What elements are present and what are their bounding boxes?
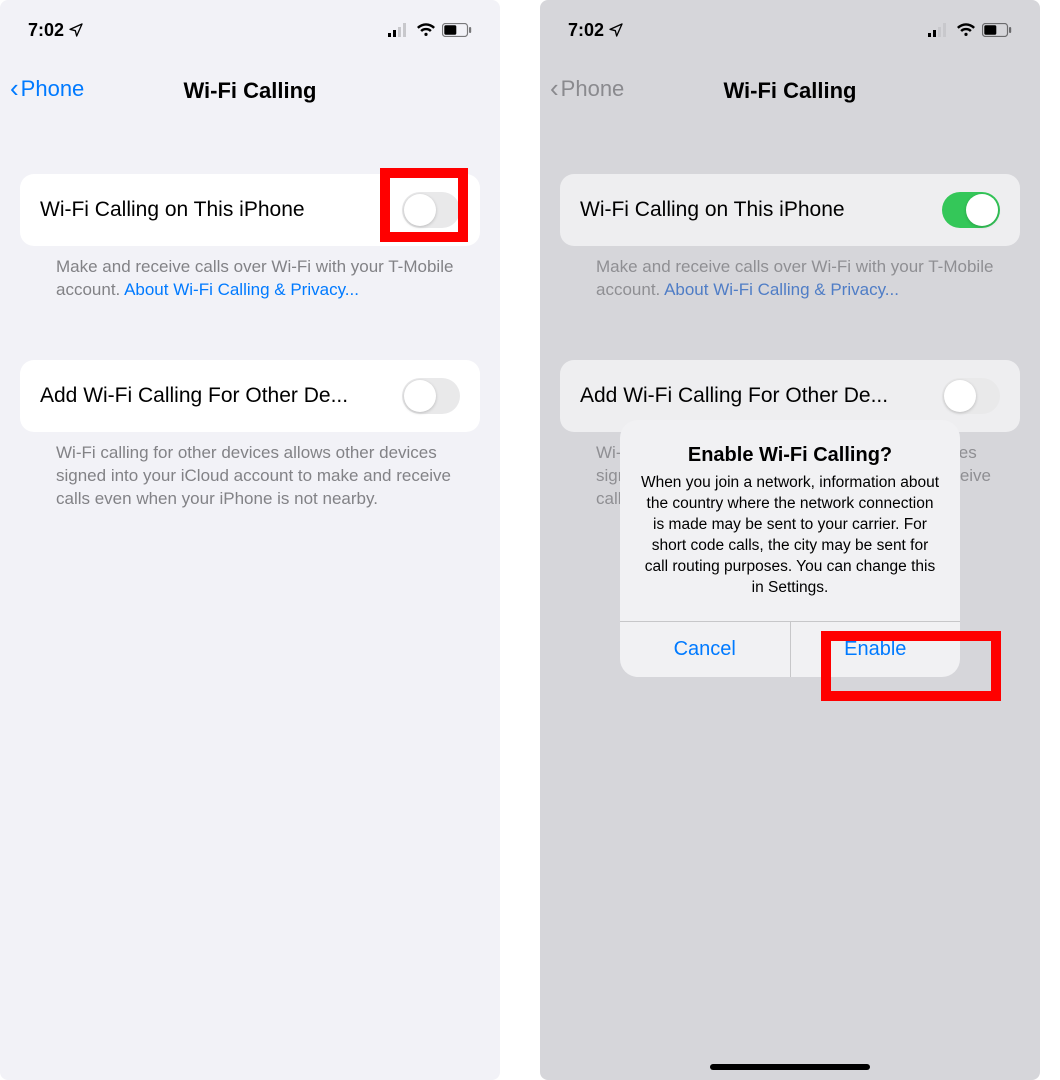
group-other-devices: Add Wi-Fi Calling For Other De... Wi-Fi … bbox=[20, 360, 480, 511]
group-footer: Make and receive calls over Wi-Fi with y… bbox=[56, 256, 460, 302]
alert-cancel-button[interactable]: Cancel bbox=[620, 622, 790, 677]
back-label: Phone bbox=[21, 76, 85, 102]
wifi-icon bbox=[416, 23, 436, 37]
alert-enable-button[interactable]: Enable bbox=[790, 622, 961, 677]
alert-message: When you join a network, information abo… bbox=[640, 473, 940, 599]
location-icon bbox=[68, 22, 84, 38]
about-wifi-calling-privacy-link[interactable]: About Wi-Fi Calling & Privacy... bbox=[124, 280, 359, 299]
cell-label: Add Wi-Fi Calling For Other De... bbox=[40, 384, 348, 408]
wifi-calling-this-iphone-row[interactable]: Wi-Fi Calling on This iPhone bbox=[20, 174, 480, 246]
cellular-signal-icon bbox=[388, 23, 410, 37]
battery-icon bbox=[442, 23, 472, 37]
cell-label: Wi-Fi Calling on This iPhone bbox=[40, 198, 305, 222]
alert-backdrop: Enable Wi-Fi Calling? When you join a ne… bbox=[540, 0, 1040, 1080]
alert-title: Enable Wi-Fi Calling? bbox=[640, 444, 940, 467]
screenshot-right: 7:02 ‹ Phone Wi-Fi Calling Wi-Fi Calling… bbox=[540, 0, 1040, 1080]
enable-wifi-calling-alert: Enable Wi-Fi Calling? When you join a ne… bbox=[620, 420, 960, 677]
screenshot-left: 7:02 ‹ Phone Wi-Fi Calling Wi-Fi Calling… bbox=[0, 0, 500, 1080]
back-button[interactable]: ‹ Phone bbox=[10, 76, 84, 102]
chevron-left-icon: ‹ bbox=[10, 75, 19, 101]
status-time: 7:02 bbox=[28, 20, 64, 41]
wifi-calling-this-iphone-toggle[interactable] bbox=[402, 192, 460, 228]
wifi-calling-other-devices-toggle[interactable] bbox=[402, 378, 460, 414]
wifi-calling-other-devices-row[interactable]: Add Wi-Fi Calling For Other De... bbox=[20, 360, 480, 432]
nav-header: ‹ Phone Wi-Fi Calling bbox=[0, 52, 500, 124]
home-indicator[interactable] bbox=[710, 1064, 870, 1070]
status-bar: 7:02 bbox=[0, 0, 500, 52]
group-wifi-calling-this-iphone: Wi-Fi Calling on This iPhone Make and re… bbox=[20, 174, 480, 302]
group-footer: Wi-Fi calling for other devices allows o… bbox=[56, 442, 460, 511]
